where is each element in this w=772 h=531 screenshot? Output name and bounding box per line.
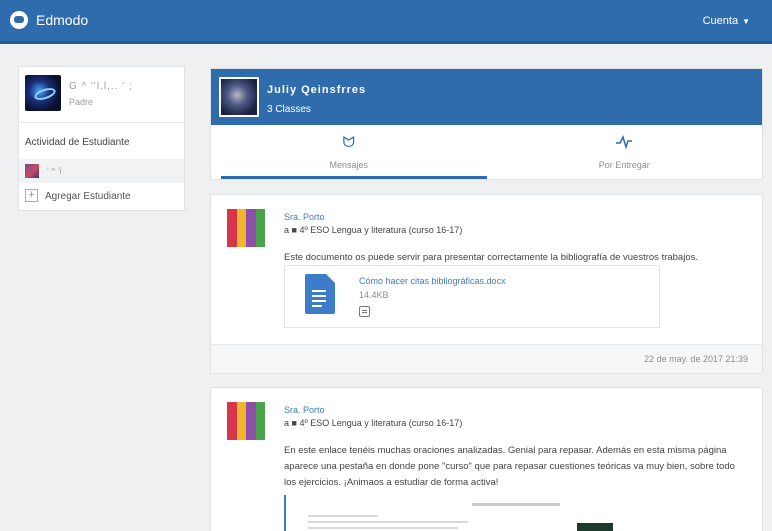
tab-label: Por Entregar (598, 160, 650, 170)
class-header: Juliy Qeinsfrres 3 Classes (211, 69, 762, 125)
preview-text-line (308, 527, 458, 529)
student-item[interactable]: ' ^ 'i (19, 159, 184, 183)
teacher-avatar[interactable] (227, 209, 265, 247)
top-bar: Edmodo Cuenta ▼ (0, 0, 772, 44)
class-card: Juliy Qeinsfrres 3 Classes ᗢ Mensajes Po… (210, 68, 763, 180)
post-footer: 22 de may. de 2017 21:39 (211, 344, 762, 373)
post-target[interactable]: a ■ 4º ESO Lengua y literatura (curso 16… (284, 418, 462, 428)
parent-profile[interactable]: G ^ ''l.l,.. ' ; Padre (19, 67, 184, 123)
preview-image (577, 523, 613, 531)
profile-name: G ^ ''l.l,.. ' ; (69, 81, 133, 92)
document-icon (305, 274, 335, 314)
attachment-size: 14.4KB (359, 290, 389, 300)
class-tabs: ᗢ Mensajes Por Entregar (211, 125, 762, 181)
teacher-avatar[interactable] (227, 402, 265, 440)
student-activity-heading: Actividad de Estudiante (25, 137, 130, 148)
add-student-label: Agregar Estudiante (45, 191, 131, 202)
attachment-name[interactable]: Cómo hacer citas bibliográficas.docx (359, 276, 506, 286)
post-timestamp: 22 de may. de 2017 21:39 (644, 354, 748, 364)
post-card: Sra. Porto a ■ 4º ESO Lengua y literatur… (210, 387, 763, 531)
class-name: Juliy Qeinsfrres (267, 84, 367, 96)
student-name: ' ^ 'i (47, 166, 62, 176)
class-avatar (219, 77, 259, 117)
avatar (25, 75, 61, 111)
class-count[interactable]: 3 Classes (267, 104, 311, 115)
post-author[interactable]: Sra. Porto (284, 405, 325, 415)
brand-link[interactable]: Edmodo (10, 11, 88, 29)
post-text: En este enlace tenéis muchas oraciones a… (284, 445, 735, 488)
add-student-button[interactable]: + Agregar Estudiante (19, 183, 184, 209)
account-label: Cuenta (702, 15, 739, 27)
edmodo-logo-icon (10, 11, 28, 29)
tab-mensajes[interactable]: ᗢ Mensajes (211, 125, 487, 181)
plus-icon: + (25, 189, 38, 202)
preview-text-line (308, 521, 468, 523)
megaphone-icon: ᗢ (342, 134, 355, 151)
tab-label: Mensajes (329, 160, 369, 170)
attachment-card[interactable]: Cómo hacer citas bibliográficas.docx 14.… (284, 265, 660, 328)
student-avatar (25, 164, 39, 178)
post-card: Sra. Porto a ■ 4º ESO Lengua y literatur… (210, 194, 763, 374)
link-preview[interactable] (284, 495, 744, 531)
brand-name: Edmodo (36, 12, 89, 28)
sidebar: G ^ ''l.l,.. ' ; Padre Actividad de Estu… (18, 66, 185, 211)
tab-por-entregar[interactable]: Por Entregar (487, 125, 763, 181)
profile-role: Padre (69, 97, 94, 107)
pulse-icon (615, 134, 633, 153)
account-menu[interactable]: Cuenta ▼ (703, 15, 750, 27)
caret-down-icon: ▼ (742, 16, 750, 26)
preview-text-line (308, 515, 378, 517)
preview-title-line (472, 503, 560, 506)
post-target[interactable]: a ■ 4º ESO Lengua y literatura (curso 16… (284, 225, 462, 235)
preview-icon[interactable] (359, 306, 370, 317)
post-text: Este documento os puede servir para pres… (284, 252, 699, 263)
post-author[interactable]: Sra. Porto (284, 212, 325, 222)
